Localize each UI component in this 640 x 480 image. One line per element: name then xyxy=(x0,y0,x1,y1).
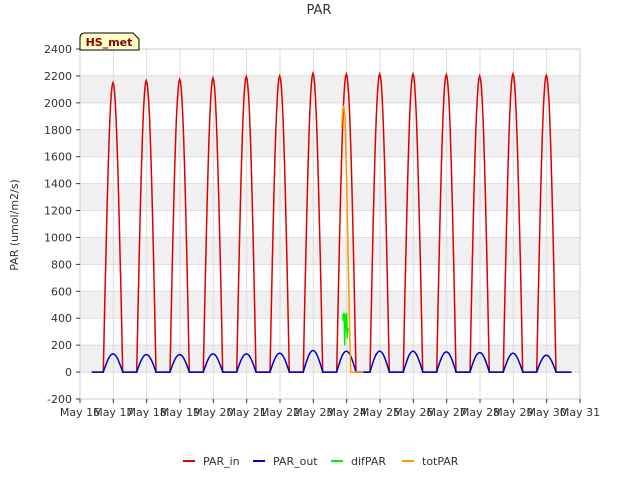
y-tick-label: 1000 xyxy=(44,231,72,244)
y-tick-label: 200 xyxy=(51,339,72,352)
legend-entry: PAR_in xyxy=(203,455,240,468)
x-axis-ticks: May 16May 17May 18May 19May 20May 21May … xyxy=(60,399,600,419)
plot-band xyxy=(80,183,580,211)
y-tick-label: 800 xyxy=(51,258,72,271)
par-chart: PAR -200 0 200 400 600 800 1000 1200 1400 1600 180… xyxy=(8,3,600,468)
y-tick-label: 2200 xyxy=(44,70,72,83)
badge-label: HS_met xyxy=(86,36,133,49)
legend-entry: difPAR xyxy=(351,455,386,468)
y-tick-label: 1200 xyxy=(44,205,72,218)
chart-title: PAR xyxy=(307,3,332,18)
site-badge: HS_met xyxy=(79,32,140,51)
legend: PAR_in PAR_out difPAR totPAR xyxy=(183,455,459,468)
x-tick-label: May 31 xyxy=(560,406,600,419)
y-tick-label: 1800 xyxy=(44,124,72,137)
legend-entry: PAR_out xyxy=(273,455,318,468)
y-tick-label: 1400 xyxy=(44,178,72,191)
y-tick-label: 400 xyxy=(51,312,72,325)
y-axis-ticks: -200 0 200 400 600 800 1000 1200 1400 1600 1800 200… xyxy=(44,43,80,406)
y-tick-label: 0 xyxy=(65,366,72,379)
y-axis-label: PAR (umol/m2/s) xyxy=(8,179,21,271)
plot-band xyxy=(80,75,580,103)
y-tick-label: 2400 xyxy=(44,43,72,56)
y-tick-label: -200 xyxy=(47,393,72,406)
y-tick-label: 600 xyxy=(51,285,72,298)
y-tick-label: 1600 xyxy=(44,151,72,164)
plot-band xyxy=(80,129,580,157)
legend-entry: totPAR xyxy=(422,455,459,468)
y-tick-label: 2000 xyxy=(44,97,72,110)
